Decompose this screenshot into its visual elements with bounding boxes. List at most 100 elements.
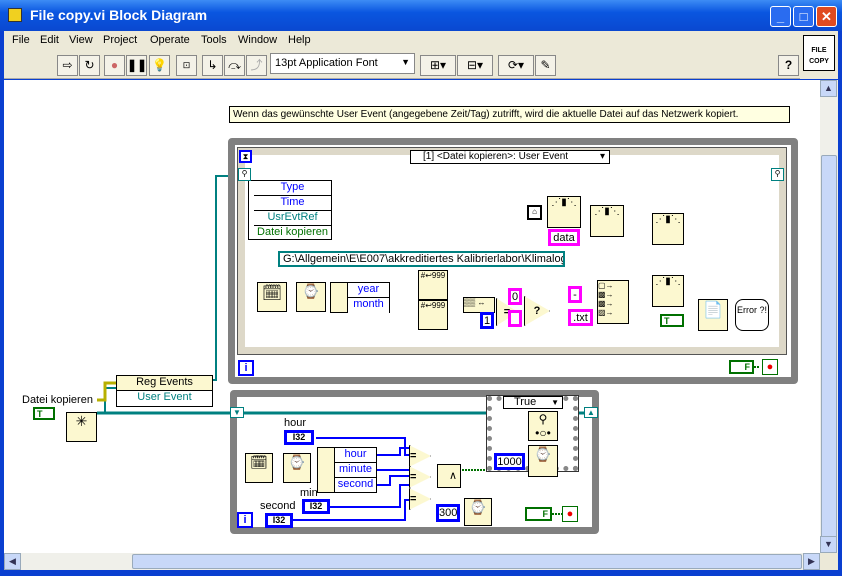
menu-edit[interactable]: Edit: [40, 34, 59, 46]
chevron-down-icon: ▾: [599, 151, 605, 162]
constant-dash: -: [568, 286, 582, 303]
string-length-icon: ▒▒ ↔: [463, 297, 495, 313]
scroll-right-button[interactable]: ▶: [803, 553, 820, 570]
font-select[interactable]: 13pt Application Font ▼: [270, 53, 415, 74]
min-control[interactable]: I32: [302, 499, 330, 514]
unbundle-time: hour minute second: [317, 447, 377, 493]
event-data-node: Type Time UsrEvtRef Datei kopieren: [248, 180, 332, 240]
simple-error-handler-icon: Error ?!: [735, 299, 769, 331]
second-control[interactable]: I32: [265, 513, 293, 528]
concatenate-strings-icon: ▢→ ▩→ ▩→ ▨→: [597, 280, 629, 324]
unbundle-month: month: [347, 298, 389, 313]
stop-condition-icon: ●: [762, 359, 778, 375]
step-into-icon[interactable]: ↳: [202, 55, 223, 76]
title-bar: File copy.vi Block Diagram _ □ ✕: [0, 0, 842, 31]
distribute-objects-icon[interactable]: ⊟▾: [457, 55, 493, 76]
reorder-icon[interactable]: ⟳▾: [498, 55, 534, 76]
menu-operate[interactable]: Operate: [150, 34, 190, 46]
constant-txt: .txt: [568, 309, 593, 326]
horizontal-scroll-thumb[interactable]: [132, 554, 802, 569]
unbundle-year-month: year month: [330, 282, 390, 313]
constant-zero: 0: [508, 288, 522, 305]
pause-icon[interactable]: ❚❚: [126, 55, 147, 76]
highlight-execution-icon[interactable]: 💡: [149, 55, 170, 76]
wait-300-constant: 300: [436, 504, 460, 522]
maximize-button[interactable]: □: [793, 6, 814, 27]
dynamic-event-terminal-icon: ⚲: [771, 168, 784, 181]
event-selector[interactable]: [1] <Datei kopieren>: User Event ▾: [410, 150, 610, 164]
create-user-event-icon: ✳: [66, 412, 97, 442]
build-path-icon: ⋰▮⋱: [652, 213, 684, 245]
labview-icon: [8, 8, 22, 22]
event-data-type: Type: [254, 181, 331, 196]
unbundle-second: second: [334, 478, 376, 492]
menu-help[interactable]: Help: [288, 34, 311, 46]
close-button[interactable]: ✕: [816, 6, 837, 27]
vi-icon[interactable]: FILE COPY: [803, 35, 835, 71]
number-to-string-month-icon: #↩999: [418, 300, 448, 330]
minimize-button[interactable]: _: [770, 6, 791, 27]
menu-project[interactable]: Project: [103, 34, 137, 46]
strip-path-icon: ⋰▮⋱: [547, 196, 581, 228]
case-selector[interactable]: True ▼: [503, 396, 563, 409]
abort-icon[interactable]: ●: [104, 55, 125, 76]
menu-bar: File Edit View Project Operate Tools Win…: [4, 31, 800, 51]
scroll-down-button[interactable]: ▼: [820, 536, 837, 553]
reg-events-title: Reg Events: [117, 376, 212, 391]
unbundle-minute: minute: [334, 463, 376, 478]
constant-empty-string: [508, 310, 522, 327]
unbundle-year: year: [347, 283, 389, 298]
timeout-hourglass-icon: ⧗: [239, 150, 252, 163]
menu-window[interactable]: Window: [238, 34, 277, 46]
shift-register-right: ▲: [584, 407, 598, 418]
comment-label: Wenn das gewünschte User Event (angegebe…: [229, 106, 790, 123]
wait-1000-constant: 1000: [494, 453, 525, 470]
hour-label: hour: [284, 417, 307, 429]
wait-ms-icon: ⌚: [528, 445, 558, 477]
register-events-node[interactable]: Reg Events User Event: [116, 375, 213, 407]
dynamic-event-terminal-icon: ⚲: [238, 168, 251, 181]
horizontal-scrollbar[interactable]: ◀ ▶: [4, 553, 820, 570]
generate-user-event-icon: ⚲ •○•: [528, 411, 558, 441]
menu-file[interactable]: File: [12, 34, 30, 46]
align-objects-icon[interactable]: ⊞▾: [420, 55, 456, 76]
copy-file-icon: 📄: [698, 299, 728, 331]
menu-view[interactable]: View: [69, 34, 93, 46]
run-continuously-icon[interactable]: ↻: [79, 55, 100, 76]
case-selector-label: True: [514, 396, 537, 408]
vertical-scrollbar[interactable]: ▲ ▼: [820, 80, 838, 553]
vertical-scroll-thumb[interactable]: [821, 155, 837, 545]
shift-register-left: ▼: [230, 407, 244, 418]
chevron-down-icon: ▼: [551, 398, 559, 407]
block-diagram-canvas[interactable]: Wenn das gewünschte User Event (angegebe…: [4, 80, 820, 553]
loop-iteration-terminal: i: [237, 512, 253, 528]
run-arrow-icon[interactable]: ⇨: [57, 55, 78, 76]
font-select-value: 13pt Application Font: [275, 57, 378, 69]
datei-kopieren-control[interactable]: T: [33, 407, 55, 420]
scroll-left-button[interactable]: ◀: [4, 553, 21, 570]
min-label: min: [300, 487, 318, 499]
path-constant: G:\Allgemein\E\E007\akkreditiertes Kalib…: [278, 251, 565, 267]
retain-wire-values-icon[interactable]: ⊡: [176, 55, 197, 76]
window-title: File copy.vi Block Diagram: [30, 7, 208, 23]
clean-up-diagram-icon[interactable]: ✎: [535, 55, 556, 76]
hour-control[interactable]: I32: [284, 430, 314, 445]
size-grip: [820, 553, 838, 570]
step-out-icon[interactable]: ⤴: [246, 55, 267, 76]
number-to-string-year-icon: #↩999: [418, 270, 448, 300]
seconds-to-date-icon: ⌚: [283, 453, 311, 483]
context-help-icon[interactable]: ?: [778, 55, 799, 76]
wait-ms-icon: ⌚: [464, 498, 492, 526]
chevron-down-icon: ▼: [401, 57, 410, 67]
current-vi-path-icon: ⌂: [527, 205, 542, 220]
reg-events-item: User Event: [117, 391, 212, 406]
scroll-up-button[interactable]: ▲: [820, 80, 837, 97]
event-selector-label: [1] <Datei kopieren>: User Event: [423, 151, 569, 162]
menu-tools[interactable]: Tools: [201, 34, 227, 46]
get-date-time-icon: 🗓: [245, 453, 273, 483]
seconds-to-date-icon: ⌚: [296, 282, 326, 312]
build-path-icon: ⋰▮⋱: [590, 205, 624, 237]
step-over-icon[interactable]: ⤼: [224, 55, 245, 76]
constant-one: 1: [480, 312, 494, 329]
datei-kopieren-label: Datei kopieren: [22, 394, 93, 406]
